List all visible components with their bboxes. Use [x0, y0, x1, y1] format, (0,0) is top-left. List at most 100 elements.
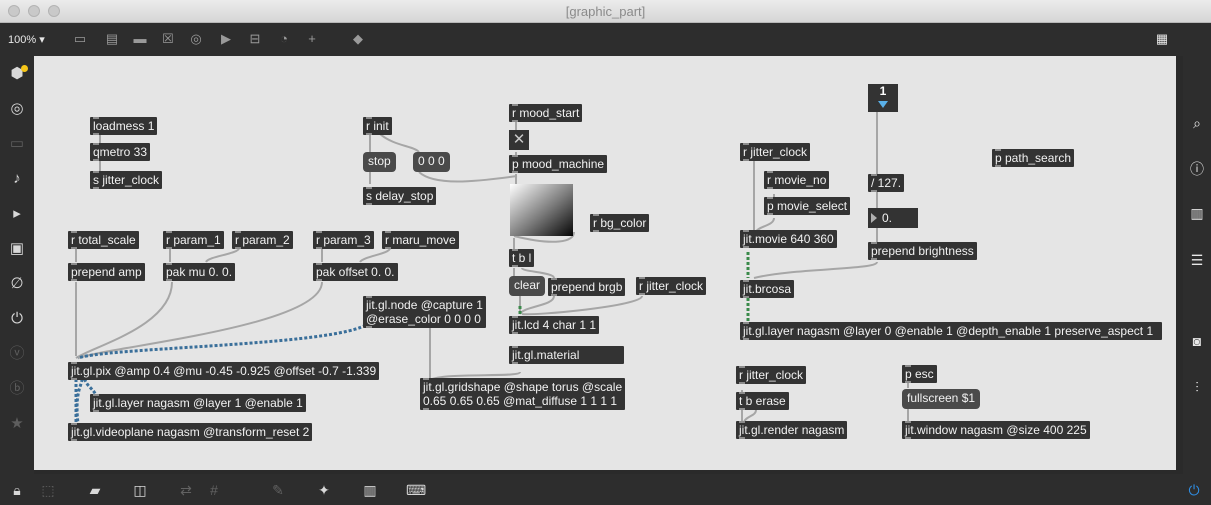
- star-icon[interactable]: ★: [0, 413, 34, 435]
- b-icon[interactable]: ⓑ: [0, 378, 34, 400]
- patch-cord: [418, 171, 518, 183]
- movie-select-subpatch[interactable]: p movie_select: [764, 197, 851, 215]
- clear-message[interactable]: clear: [509, 276, 546, 296]
- jit-gl-pix-object[interactable]: jit.gl.pix @amp 0.4 @mu -0.45 -0.925 @of…: [68, 362, 380, 380]
- clipboard-icon[interactable]: ▭: [0, 133, 34, 155]
- window-title: [graphic_part]: [565, 4, 646, 19]
- receive-movie-no-object[interactable]: r movie_no: [764, 171, 830, 189]
- align-icon[interactable]: ⇄: [176, 480, 196, 500]
- jit-movie-object[interactable]: jit.movie 640 360: [740, 230, 837, 248]
- target-icon[interactable]: ◎: [0, 98, 34, 120]
- receive-param-3-object[interactable]: r param_3: [313, 231, 374, 249]
- fullscreen-message[interactable]: fullscreen $1: [902, 389, 981, 409]
- toggle-x-icon: ✕: [512, 131, 526, 148]
- path-search-subpatch[interactable]: p path_search: [992, 149, 1075, 167]
- patch-cord: [379, 133, 420, 153]
- divide-127-object[interactable]: / 127.: [868, 174, 905, 192]
- jit-gl-videoplane-object[interactable]: jit.gl.videoplane nagasm @transform_rese…: [68, 423, 313, 441]
- receive-bg-color-object[interactable]: r bg_color: [590, 214, 650, 232]
- presentation-icon[interactable]: ⬚: [38, 480, 58, 500]
- prepend-brgb-object[interactable]: prepend brgb: [548, 278, 626, 296]
- paint-bucket-icon[interactable]: ◆: [350, 31, 366, 47]
- add-object-icon[interactable]: +: [304, 31, 320, 47]
- receive-mood-start-object[interactable]: r mood_start: [509, 104, 583, 122]
- pak-offset-object[interactable]: pak offset 0. 0.: [313, 263, 398, 281]
- patcher-canvas[interactable]: loadmess 1 qmetro 33 s jitter_clock r in…: [34, 56, 1176, 470]
- receive-param-2-object[interactable]: r param_2: [232, 231, 293, 249]
- button-object-icon[interactable]: ◎: [188, 31, 204, 47]
- jit-window-object[interactable]: jit.window nagasm @size 400 225: [902, 421, 1090, 439]
- book-icon[interactable]: ▥: [1183, 202, 1211, 224]
- play-object-icon[interactable]: ▶: [218, 31, 234, 47]
- stop-message[interactable]: stop: [363, 152, 396, 172]
- float-number-box[interactable]: 0.: [868, 208, 918, 228]
- trigger-b-erase-object[interactable]: t b erase: [736, 392, 789, 410]
- windows-icon[interactable]: ◫: [130, 480, 150, 500]
- receive-jitter-clock-bottom-object[interactable]: r jitter_clock: [736, 366, 807, 384]
- jit-gl-layer-1-object[interactable]: jit.gl.layer nagasm @layer 1 @enable 1: [90, 394, 306, 412]
- dial-object-icon[interactable]: ◔: [276, 31, 292, 47]
- prepend-brightness-object[interactable]: prepend brightness: [868, 242, 977, 260]
- slider-object-icon[interactable]: ⊟: [247, 31, 263, 47]
- image-icon[interactable]: ▣: [0, 238, 34, 260]
- title-bar: [graphic_part]: [0, 0, 1211, 23]
- receive-init-object[interactable]: r init: [363, 117, 392, 135]
- sliders-icon[interactable]: ⫶: [1183, 376, 1211, 398]
- toggle-object[interactable]: ✕: [509, 130, 529, 150]
- zeros-message[interactable]: 0 0 0: [413, 152, 450, 172]
- video-play-icon[interactable]: ▸: [0, 203, 34, 225]
- zoom-value: 100%: [8, 34, 37, 46]
- info-icon[interactable]: ⓘ: [1183, 158, 1211, 180]
- new-object-icon[interactable]: ▭: [72, 31, 88, 47]
- integer-number-box[interactable]: 1: [868, 84, 898, 112]
- prepend-amp-object[interactable]: prepend amp: [68, 263, 145, 281]
- debug-icon[interactable]: ✎: [268, 480, 288, 500]
- left-sidebar: ⬢ ◎ ▭ ♪ ▸ ▣ ∅ ⏻ ⓥ ⓑ ★: [0, 56, 34, 474]
- comment-icon[interactable]: ▬: [132, 31, 148, 47]
- wrench-icon[interactable]: ✦: [314, 480, 334, 500]
- plug-icon[interactable]: ⏻: [0, 308, 34, 330]
- music-note-icon[interactable]: ♪: [0, 168, 34, 190]
- send-delay-stop-object[interactable]: s delay_stop: [363, 187, 437, 205]
- loadmess-object[interactable]: loadmess 1: [90, 117, 158, 135]
- lock-icon[interactable]: 🔒︎: [7, 480, 27, 500]
- piano-icon[interactable]: ▥: [360, 480, 380, 500]
- lcd-display[interactable]: [510, 184, 573, 236]
- paperclip-icon[interactable]: ∅: [0, 273, 34, 295]
- search-icon[interactable]: ⌕: [1183, 112, 1211, 134]
- camera-icon[interactable]: ◙: [1183, 330, 1211, 352]
- receive-param-1-object[interactable]: r param_1: [163, 231, 224, 249]
- receive-total-scale-object[interactable]: r total_scale: [68, 231, 139, 249]
- max-patcher-window: [graphic_part] 100% ▾ ▭ ▤ ▬ ☒ ◎ ▶ ⊟ ◔ + …: [0, 0, 1211, 505]
- esc-subpatch[interactable]: p esc: [902, 365, 937, 383]
- gl-cord: [75, 373, 84, 425]
- jit-gl-layer-0-object[interactable]: jit.gl.layer nagasm @layer 0 @enable 1 @…: [740, 322, 1162, 340]
- right-sidebar: ⌕ ⓘ ▥ ☰ ◙ ⫶: [1183, 56, 1211, 474]
- keyboard-icon[interactable]: ⌨: [406, 480, 426, 500]
- receive-maru-move-object[interactable]: r maru_move: [382, 231, 459, 249]
- qmetro-object[interactable]: qmetro 33: [90, 143, 151, 161]
- send-jitter-clock-object[interactable]: s jitter_clock: [90, 171, 163, 189]
- new-message-icon[interactable]: ▤: [104, 31, 120, 47]
- jit-brcosa-object[interactable]: jit.brcosa: [740, 280, 795, 298]
- trigger-tbl-object[interactable]: t b l: [509, 249, 535, 267]
- package-manager-icon[interactable]: ⬢: [0, 63, 34, 85]
- zoom-select[interactable]: 100% ▾: [8, 33, 45, 46]
- jit-gl-node-object[interactable]: jit.gl.node @capture 1 @erase_color 0 0 …: [363, 296, 486, 328]
- mood-machine-subpatch[interactable]: p mood_machine: [509, 155, 608, 173]
- receive-jitter-clock-object[interactable]: r jitter_clock: [636, 277, 707, 295]
- patch-cord: [753, 261, 878, 279]
- jit-gl-material-object[interactable]: jit.gl.material: [509, 346, 624, 364]
- v-icon[interactable]: ⓥ: [0, 343, 34, 365]
- grid-menu-icon[interactable]: ▦: [1154, 31, 1170, 47]
- jit-gl-gridshape-object[interactable]: jit.gl.gridshape @shape torus @scale 0.6…: [420, 378, 626, 410]
- comment-bubble-icon[interactable]: ▰: [85, 480, 105, 500]
- list-icon[interactable]: ☰: [1183, 249, 1211, 271]
- pak-mu-object[interactable]: pak mu 0. 0.: [163, 263, 236, 281]
- jit-lcd-object[interactable]: jit.lcd 4 char 1 1: [509, 316, 600, 334]
- toggle-object-icon[interactable]: ☒: [160, 31, 176, 47]
- jit-gl-render-object[interactable]: jit.gl.render nagasm: [736, 421, 848, 439]
- power-icon[interactable]: ⏻: [1184, 480, 1204, 500]
- grid-icon[interactable]: #: [204, 480, 224, 500]
- receive-jitter-clock-right-object[interactable]: r jitter_clock: [740, 143, 811, 161]
